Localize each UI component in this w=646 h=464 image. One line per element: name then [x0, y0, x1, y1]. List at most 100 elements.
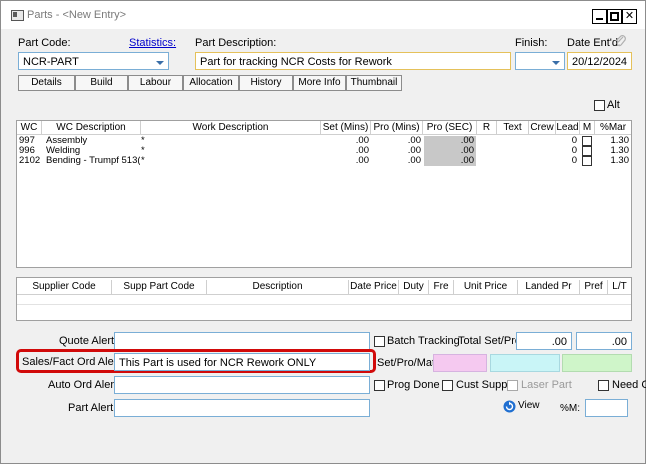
tab-build[interactable]: Build [75, 75, 128, 91]
paperclip-icon[interactable] [614, 34, 628, 48]
alt-label: Alt [607, 99, 620, 111]
pct-m-input[interactable] [585, 399, 628, 417]
total-set-pro-label: Total Set/Pro [458, 335, 521, 347]
tab-allocation[interactable]: Allocation [183, 75, 239, 91]
column-header-landed-pr[interactable]: Landed Pr [518, 280, 580, 295]
total-pro-field: .00 [576, 332, 632, 350]
tab-history[interactable]: History [239, 75, 293, 91]
pro-mins-cell: .00 [407, 136, 421, 146]
quote-alert-label: Quote Alert: [59, 335, 118, 347]
column-header-text[interactable]: Text [497, 121, 529, 135]
row-divider [17, 304, 631, 305]
table-row[interactable]: 996 Welding * .00 .00 .00 0 1.30 [17, 146, 631, 156]
pct-mar-cell: 1.30 [610, 136, 630, 146]
m-checkbox[interactable] [582, 156, 592, 166]
sales-fact-ord-alert-label: Sales/Fact Ord Alert: [22, 356, 124, 368]
set-mins-cell: .00 [355, 146, 369, 156]
prog-done-label: Prog Done [387, 379, 440, 391]
part-description-input[interactable]: Part for tracking NCR Costs for Rework [195, 52, 511, 70]
cust-supp-checkbox[interactable] [442, 380, 453, 391]
part-code-label: Part Code: [18, 37, 71, 49]
column-header-wc-description[interactable]: WC Description [42, 121, 141, 135]
wc-description-cell: Assembly [46, 136, 88, 146]
batch-tracking-checkbox[interactable] [374, 336, 385, 347]
batch-tracking-label: Batch Tracking [387, 335, 460, 347]
maximize-icon[interactable] [607, 9, 622, 24]
prog-done-checkbox[interactable] [374, 380, 385, 391]
column-header-description[interactable]: Description [207, 280, 349, 295]
part-code-value: NCR-PART [23, 56, 79, 68]
tab-more-info[interactable]: More Info [293, 75, 346, 91]
suppliers-table: Supplier Code Supp Part Code Description… [16, 277, 632, 321]
view-button[interactable]: View [503, 399, 543, 415]
column-header-fre[interactable]: Fre [429, 280, 454, 295]
set-mins-cell: .00 [355, 136, 369, 146]
column-header-date-price[interactable]: Date Price [349, 280, 399, 295]
column-header-supplier-code[interactable]: Supplier Code [17, 280, 112, 295]
tab-details[interactable]: Details [18, 75, 75, 91]
wc-cell: 997 [19, 136, 35, 146]
cust-supp-label: Cust Supp [456, 379, 508, 391]
column-header-wc[interactable]: WC [17, 121, 42, 135]
column-header-unit-price[interactable]: Unit Price [454, 280, 518, 295]
part-alert-label: Part Alert: [68, 402, 117, 414]
column-header-pref[interactable]: Pref [580, 280, 608, 295]
work-description-cell: * [141, 146, 145, 156]
statistics-link[interactable]: Statistics: [129, 37, 176, 49]
parts-window: Parts - <New Entry> ✕ Part Code: Statist… [0, 0, 646, 464]
pro-sec-cell: .00 [424, 136, 476, 146]
date-entered-input[interactable]: 20/12/2024 [567, 52, 632, 70]
tab-labour[interactable]: Labour [128, 75, 183, 91]
need-cert-checkbox[interactable] [598, 380, 609, 391]
part-description-label: Part Description: [195, 37, 277, 49]
minimize-icon[interactable] [592, 9, 607, 24]
set-color-field [433, 354, 487, 372]
alt-checkbox[interactable] [594, 100, 605, 111]
part-description-value: Part for tracking NCR Costs for Rework [200, 56, 392, 68]
pro-color-field [490, 354, 560, 372]
auto-ord-alert-input[interactable] [114, 376, 370, 394]
work-description-cell: * [141, 156, 145, 166]
total-set-value: .00 [551, 336, 567, 348]
operations-table: WC WC Description Work Description Set (… [16, 120, 632, 268]
laser-part-checkbox[interactable] [507, 380, 518, 391]
column-header-m[interactable]: M [580, 121, 595, 135]
column-header-pro-mins[interactable]: Pro (Mins) [371, 121, 423, 135]
part-code-dropdown[interactable]: NCR-PART [18, 52, 169, 70]
m-checkbox[interactable] [582, 146, 592, 156]
column-header-lt[interactable]: L/T [608, 280, 631, 295]
column-header-set-mins[interactable]: Set (Mins) [321, 121, 371, 135]
wc-description-cell: Welding [46, 146, 81, 156]
column-header-supp-part-code[interactable]: Supp Part Code [112, 280, 207, 295]
column-header-crew[interactable]: Crew [529, 121, 556, 135]
finish-dropdown[interactable] [515, 52, 565, 70]
m-checkbox[interactable] [582, 136, 592, 146]
work-description-cell: * [141, 136, 145, 146]
quote-alert-input[interactable] [114, 332, 370, 350]
total-set-pro-field: .00 [516, 332, 572, 350]
table-row[interactable]: 997 Assembly * .00 .00 .00 0 1.30 [17, 136, 631, 146]
close-icon[interactable]: ✕ [622, 9, 637, 24]
lead-cell: 0 [571, 146, 577, 156]
pct-mar-cell: 1.30 [610, 146, 630, 156]
lead-cell: 0 [571, 156, 577, 166]
app-icon [11, 10, 24, 21]
column-header-lead[interactable]: Lead [556, 121, 580, 135]
pro-mins-cell: .00 [407, 156, 421, 166]
mat-color-field [562, 354, 632, 372]
column-header-r[interactable]: R [477, 121, 497, 135]
lead-cell: 0 [571, 136, 577, 146]
column-header-work-description[interactable]: Work Description [141, 121, 321, 135]
pro-sec-cell: .00 [424, 156, 476, 166]
wc-cell: 996 [19, 146, 35, 156]
column-header-pct-mar[interactable]: %Mar [595, 121, 631, 135]
column-header-duty[interactable]: Duty [399, 280, 429, 295]
tab-thumbnail[interactable]: Thumbnail [346, 75, 402, 91]
table-row[interactable]: 2102 Bending - Trumpf 513( * .00 .00 .00… [17, 156, 631, 166]
column-header-pro-sec[interactable]: Pro (SEC) [423, 121, 477, 135]
sales-fact-ord-alert-input[interactable]: This Part is used for NCR Rework ONLY [114, 353, 370, 371]
pro-mins-cell: .00 [407, 146, 421, 156]
sales-fact-ord-alert-value: This Part is used for NCR Rework ONLY [119, 357, 317, 369]
date-entered-value: 20/12/2024 [572, 56, 628, 68]
part-alert-input[interactable] [114, 399, 370, 417]
